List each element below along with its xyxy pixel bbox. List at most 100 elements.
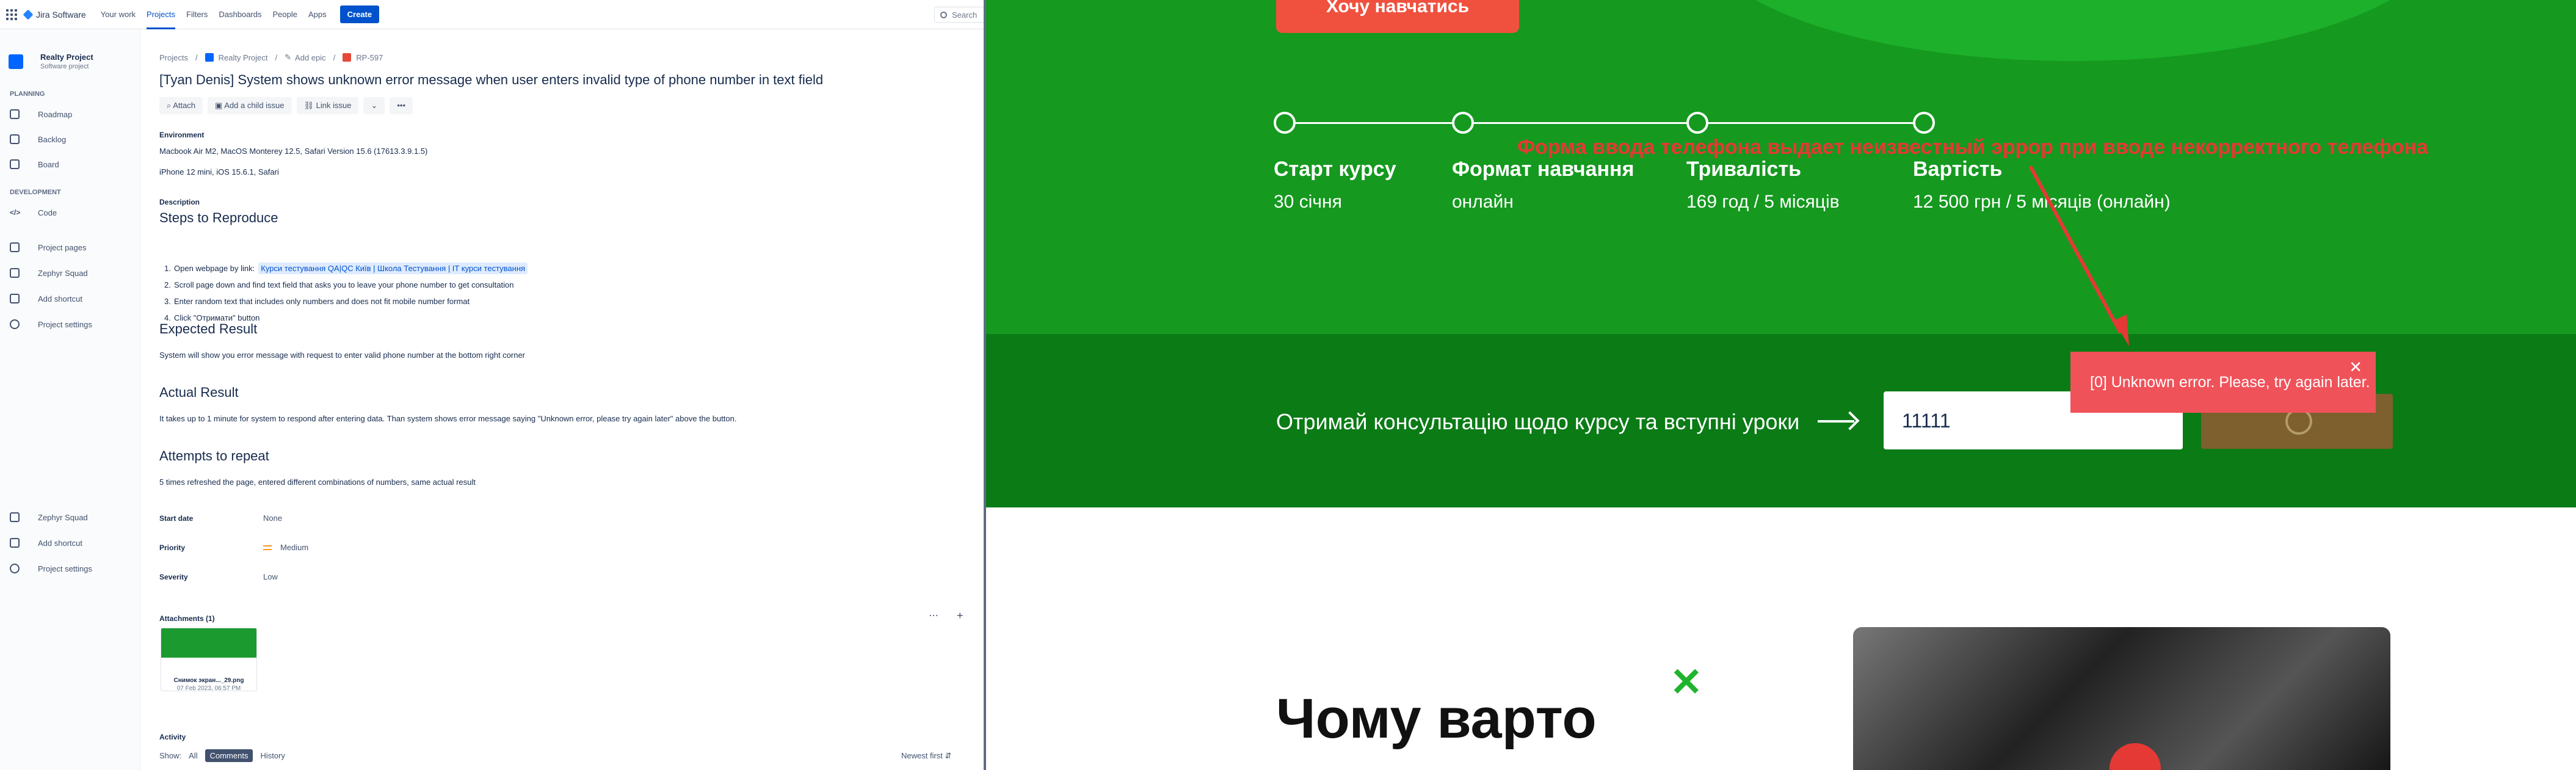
link-issue-button[interactable]: ⛓ Link issue [296, 97, 359, 114]
link-issue-label: Link issue [316, 101, 352, 110]
child-issue-icon: ▣ [215, 101, 225, 110]
close-icon[interactable]: ✕ [2349, 358, 2362, 377]
priority-value[interactable]: Medium [263, 543, 308, 552]
link-dropdown-button[interactable]: ⌄ [363, 97, 385, 114]
activity-filter: Show: All Comments History [159, 749, 292, 762]
sidebar-item-label: Zephyr Squad [38, 268, 88, 278]
description-heading: Description [159, 198, 200, 206]
tab-history[interactable]: History [260, 751, 285, 760]
logo-text: Jira Software [36, 9, 86, 20]
sidebar-item-zephyr-squad[interactable]: Zephyr Squad [10, 268, 88, 278]
nav-apps[interactable]: Apps [308, 10, 327, 19]
breadcrumb-project[interactable]: Realty Project [219, 53, 268, 62]
environment-heading: Environment [159, 131, 205, 139]
actual-text: It takes up to 1 minute for system to re… [159, 414, 737, 423]
sidebar-item-board[interactable]: Board [10, 159, 59, 169]
planning-heading: PLANNING [10, 90, 45, 98]
severity-value[interactable]: Low [263, 572, 278, 581]
timeline-value: 30 січня [1274, 192, 1342, 212]
error-toast-text: [0] Unknown error. Please, try again lat… [2090, 374, 2370, 391]
nav-filters[interactable]: Filters [186, 10, 208, 19]
chevron-down-icon: ⌄ [371, 101, 378, 110]
nav-people[interactable]: People [273, 10, 297, 19]
top-navigation: Jira Software Your work Projects Filters… [0, 0, 984, 29]
enroll-button[interactable]: Хочу навчатись [1276, 0, 1519, 33]
breadcrumb-add-epic[interactable]: Add epic [295, 53, 326, 62]
priority-label: Priority [159, 543, 186, 552]
attach-button[interactable]: ⌕ Attach [159, 97, 203, 114]
severity-text: Low [263, 572, 278, 581]
attachment-date: 07 Feb 2023, 06:57 PM [176, 685, 241, 691]
zephyr-icon [10, 512, 20, 522]
more-icon[interactable]: ⋯ [929, 609, 938, 622]
sidebar-item-add-shortcut[interactable]: Add shortcut [10, 294, 82, 303]
issue-title[interactable]: [Tyan Denis] System shows unknown error … [159, 72, 823, 88]
sidebar-item-label: Add shortcut [38, 538, 82, 548]
add-shortcut-icon [10, 294, 20, 303]
sort-icon: ⇵ [945, 751, 952, 760]
nav-projects[interactable]: Projects [147, 10, 175, 29]
activity-heading: Activity [159, 733, 186, 741]
timeline-value: 169 год / 5 місяців [1686, 192, 1840, 212]
board-icon [10, 159, 20, 169]
sidebar-item-backlog[interactable]: Backlog [10, 134, 66, 144]
project-header[interactable]: Realty Project Software project [9, 53, 93, 70]
start-date-text: None [263, 514, 283, 523]
sidebar-item-code[interactable]: </> Code [10, 208, 57, 217]
play-icon[interactable] [2110, 743, 2161, 770]
project-name: Realty Project [40, 53, 93, 62]
list-item: 1. Open webpage by link: Курси тестування … [159, 260, 528, 277]
step-link[interactable]: Курси тестування QA|QC Київ | Школа Тест… [258, 263, 528, 274]
development-heading: DEVELOPMENT [10, 189, 61, 196]
add-attachment-icon[interactable]: + [957, 609, 963, 622]
environment-line-1: Macbook Air M2, MacOS Monterey 12.5, Saf… [159, 147, 428, 156]
list-item: 2. Scroll page down and find text field t… [164, 280, 514, 289]
app-switcher-icon[interactable] [6, 9, 17, 20]
environment-line-2: iPhone 12 mini, iOS 15.6.1, Safari [159, 167, 279, 176]
roadmap-icon [10, 109, 20, 119]
sidebar-item-roadmap[interactable]: Roadmap [10, 109, 72, 119]
add-child-issue-button[interactable]: ▣ Add a child issue [208, 97, 292, 114]
consultation-text: Отримай консультацію щодо курсу та вступ… [1276, 409, 1800, 434]
add-child-label: Add a child issue [224, 101, 285, 110]
gear-icon [10, 319, 20, 329]
timeline-label: Формат навчання [1452, 158, 1634, 181]
code-icon: </> [10, 208, 21, 217]
nav-dashboards[interactable]: Dashboards [219, 10, 261, 19]
more-actions-button[interactable]: ••• [390, 97, 413, 114]
sidebar-item-project-pages[interactable]: Project pages [10, 242, 87, 252]
link-icon: ⛓ [303, 101, 316, 110]
start-date-value[interactable]: None [263, 514, 282, 523]
annotation-text: Форма ввода телефона выдает неизвестный … [1517, 136, 2428, 159]
timeline-dot [1686, 112, 1708, 134]
video-thumbnail[interactable] [1853, 627, 2390, 770]
tab-comments[interactable]: Comments [205, 749, 253, 762]
sidebar-item-project-settings[interactable]: Project settings [10, 319, 92, 329]
create-button[interactable]: Create [339, 5, 380, 23]
pencil-icon: ✎ [285, 53, 292, 62]
actual-heading: Actual Result [159, 385, 239, 400]
sidebar-item-label: Project settings [38, 564, 92, 573]
attachment-thumbnail[interactable]: Снимок экран..._29.png 07 Feb 2023, 06:5… [161, 628, 257, 691]
start-date-label: Start date [159, 514, 194, 523]
sort-toggle[interactable]: Newest first ⇵ [901, 751, 951, 761]
timeline-dot [1452, 112, 1474, 134]
jira-logo[interactable]: Jira Software [23, 9, 86, 20]
sidebar-item-zephyr-squad[interactable]: Zephyr Squad [10, 512, 88, 522]
step-text: Open webpage by link: [174, 264, 255, 273]
timeline-dot [1913, 112, 1935, 134]
sidebar-item-add-shortcut[interactable]: Add shortcut [10, 538, 82, 548]
sidebar-item-project-settings[interactable]: Project settings [10, 564, 92, 573]
search-input[interactable]: Search [934, 7, 984, 23]
show-label: Show: [159, 751, 182, 760]
attach-label: Attach [173, 101, 196, 110]
why-heading: Чому варто [1276, 688, 1597, 750]
breadcrumb: Projects / Realty Project / ✎ Add epic / RP-… [159, 53, 383, 62]
breadcrumb-projects[interactable]: Projects [159, 53, 188, 62]
nav-your-work[interactable]: Your work [101, 10, 136, 19]
tab-all[interactable]: All [189, 751, 197, 760]
sort-label: Newest first [901, 751, 943, 760]
expected-text: System will show you error message with … [159, 350, 526, 360]
breadcrumb-issue-key[interactable]: RP-597 [356, 53, 383, 62]
arrow-right-icon [1818, 420, 1854, 423]
